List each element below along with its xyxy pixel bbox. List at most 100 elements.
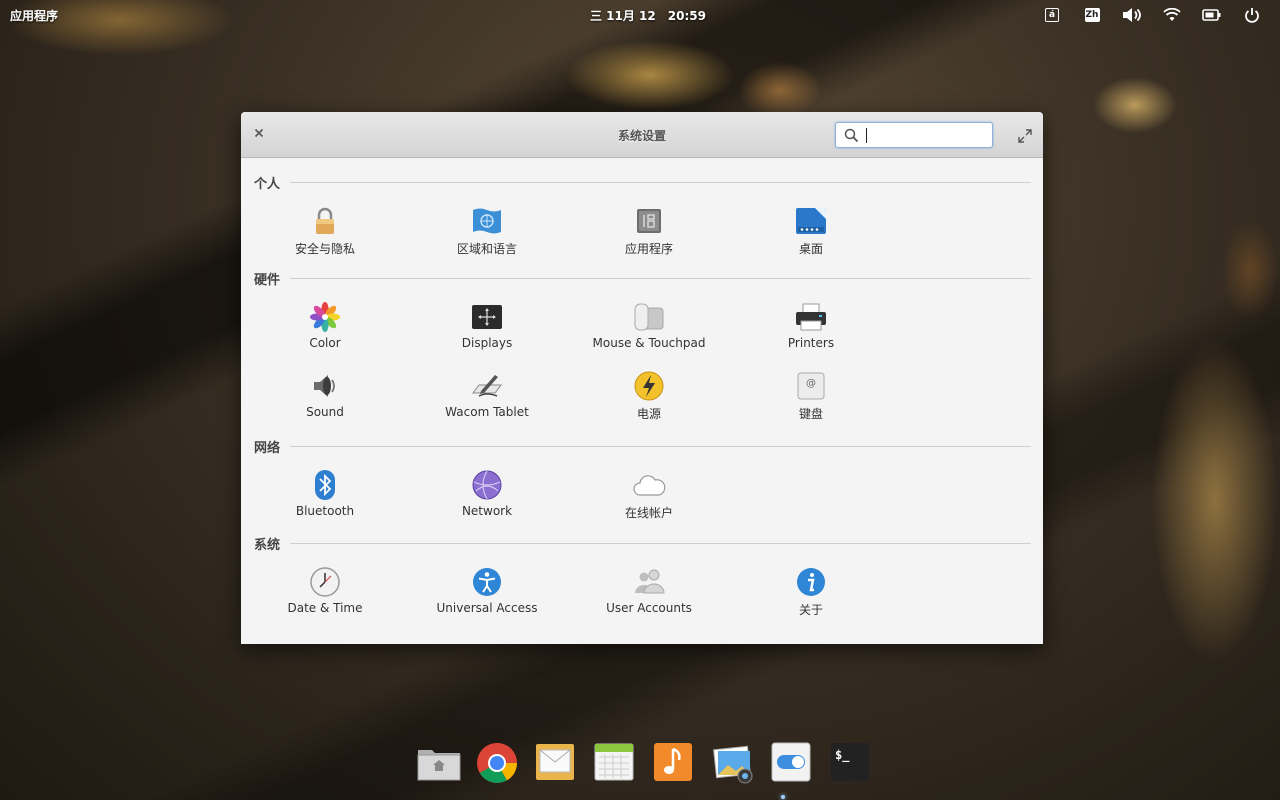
- item-label: Network: [461, 504, 513, 518]
- item-label: 关于: [798, 603, 823, 617]
- dock-terminal[interactable]: $_: [830, 742, 870, 782]
- region-flag-icon: [473, 208, 501, 234]
- dock: $_: [410, 742, 869, 792]
- applications-icon: [637, 209, 661, 233]
- item-label: 安全与隐私: [294, 242, 355, 256]
- item-network[interactable]: Network: [406, 468, 568, 528]
- item-desktop[interactable]: 桌面: [730, 204, 892, 264]
- section-title: 网络: [254, 440, 281, 456]
- item-label: Bluetooth: [295, 504, 355, 518]
- item-mouse-touchpad[interactable]: Mouse & Touchpad: [568, 300, 730, 360]
- color-icon: [310, 302, 340, 332]
- terminal-icon: $_: [831, 743, 869, 781]
- clock[interactable]: 三 11月 12 20:59: [590, 7, 718, 24]
- keyboard-layout-icon: á: [1045, 8, 1059, 22]
- titlebar[interactable]: 系统设置: [241, 112, 1043, 158]
- search-input[interactable]: [864, 126, 984, 144]
- section-divider: [290, 181, 1031, 183]
- network-globe-icon: [472, 470, 502, 500]
- volume-icon: [1123, 8, 1141, 22]
- clock-time: 20:59: [667, 9, 706, 23]
- clock-icon: [310, 567, 340, 597]
- dock-chrome[interactable]: [476, 742, 517, 783]
- text-caret: [866, 128, 867, 143]
- section-header-network: 网络: [254, 436, 1031, 456]
- item-sound[interactable]: Sound: [244, 369, 406, 429]
- input-method-icon: Zh: [1084, 8, 1100, 22]
- item-label: 桌面: [798, 242, 823, 256]
- item-label: Mouse & Touchpad: [592, 336, 706, 350]
- wifi-indicator[interactable]: [1152, 5, 1192, 25]
- section-header-hardware: 硬件: [254, 268, 1031, 288]
- dock-mail[interactable]: [535, 742, 575, 782]
- clock-date: 三 11月 12: [590, 9, 656, 23]
- bluetooth-icon: [315, 470, 335, 500]
- dock-music[interactable]: [653, 742, 693, 782]
- power-bolt-icon: [634, 371, 664, 401]
- settings-toggle-icon: [771, 742, 811, 782]
- dock-settings[interactable]: [771, 742, 811, 782]
- applications-menu[interactable]: 应用程序: [10, 7, 58, 24]
- accessibility-icon: [473, 568, 501, 596]
- mail-icon: [536, 744, 574, 780]
- dock-photos[interactable]: [712, 742, 753, 784]
- item-universal-access[interactable]: Universal Access: [406, 565, 568, 625]
- item-label: Universal Access: [436, 601, 538, 615]
- item-security-privacy[interactable]: 安全与隐私: [244, 204, 406, 264]
- wifi-icon: [1163, 8, 1181, 21]
- section-divider: [290, 542, 1031, 544]
- item-power[interactable]: 电源: [568, 369, 730, 429]
- input-method-indicator[interactable]: Zh: [1072, 5, 1112, 25]
- tablet-icon: [472, 375, 502, 397]
- item-label: User Accounts: [606, 601, 692, 615]
- item-user-accounts[interactable]: User Accounts: [568, 565, 730, 625]
- item-label: 区域和语言: [456, 242, 517, 256]
- item-online-accounts[interactable]: 在线帐户: [568, 468, 730, 528]
- item-about[interactable]: 关于: [730, 565, 892, 625]
- item-label: Printers: [787, 336, 835, 350]
- speaker-icon: [314, 375, 335, 397]
- item-bluetooth[interactable]: Bluetooth: [244, 468, 406, 528]
- svg-text:@: @: [806, 378, 816, 389]
- photos-icon: [713, 745, 753, 784]
- section-title: 个人: [254, 176, 281, 192]
- info-icon: [797, 568, 825, 596]
- lock-icon: [316, 207, 334, 234]
- indicators: á Zh: [1032, 5, 1272, 25]
- keyboard-layout-indicator[interactable]: á: [1032, 5, 1072, 25]
- item-label: Sound: [306, 405, 344, 419]
- section-header-personal: 个人: [254, 172, 1031, 192]
- users-icon: [635, 569, 665, 594]
- dock-files[interactable]: [417, 742, 461, 782]
- item-applications[interactable]: 应用程序: [568, 204, 730, 264]
- printer-icon: [796, 303, 826, 331]
- item-color[interactable]: Color: [244, 300, 406, 360]
- item-keyboard[interactable]: @ 键盘: [730, 369, 892, 429]
- item-label: 在线帐户: [624, 506, 673, 520]
- dock-calendar[interactable]: [594, 742, 634, 782]
- power-icon: [1245, 8, 1259, 23]
- item-wacom-tablet[interactable]: Wacom Tablet: [406, 369, 568, 429]
- item-date-time[interactable]: Date & Time: [244, 565, 406, 625]
- volume-indicator[interactable]: [1112, 5, 1152, 25]
- item-label: Wacom Tablet: [445, 405, 529, 419]
- maximize-button[interactable]: [1018, 128, 1032, 147]
- music-icon: [654, 743, 692, 781]
- item-region-language[interactable]: 区域和语言: [406, 204, 568, 264]
- item-label: 键盘: [798, 407, 823, 421]
- item-label: 应用程序: [624, 242, 673, 256]
- item-label: Displays: [461, 336, 513, 350]
- svg-text:$_: $_: [835, 748, 850, 763]
- top-panel: 应用程序 三 11月 12 20:59 á Zh: [0, 0, 1280, 30]
- item-label: Date & Time: [287, 601, 363, 615]
- search-field[interactable]: [835, 122, 993, 148]
- item-label: 电源: [636, 407, 661, 421]
- calendar-icon: [594, 743, 634, 781]
- battery-indicator[interactable]: [1192, 5, 1232, 25]
- section-divider: [290, 445, 1031, 447]
- section-divider: [290, 277, 1031, 279]
- item-printers[interactable]: Printers: [730, 300, 892, 360]
- displays-icon: [472, 305, 502, 329]
- power-indicator[interactable]: [1232, 5, 1272, 25]
- item-displays[interactable]: Displays: [406, 300, 568, 360]
